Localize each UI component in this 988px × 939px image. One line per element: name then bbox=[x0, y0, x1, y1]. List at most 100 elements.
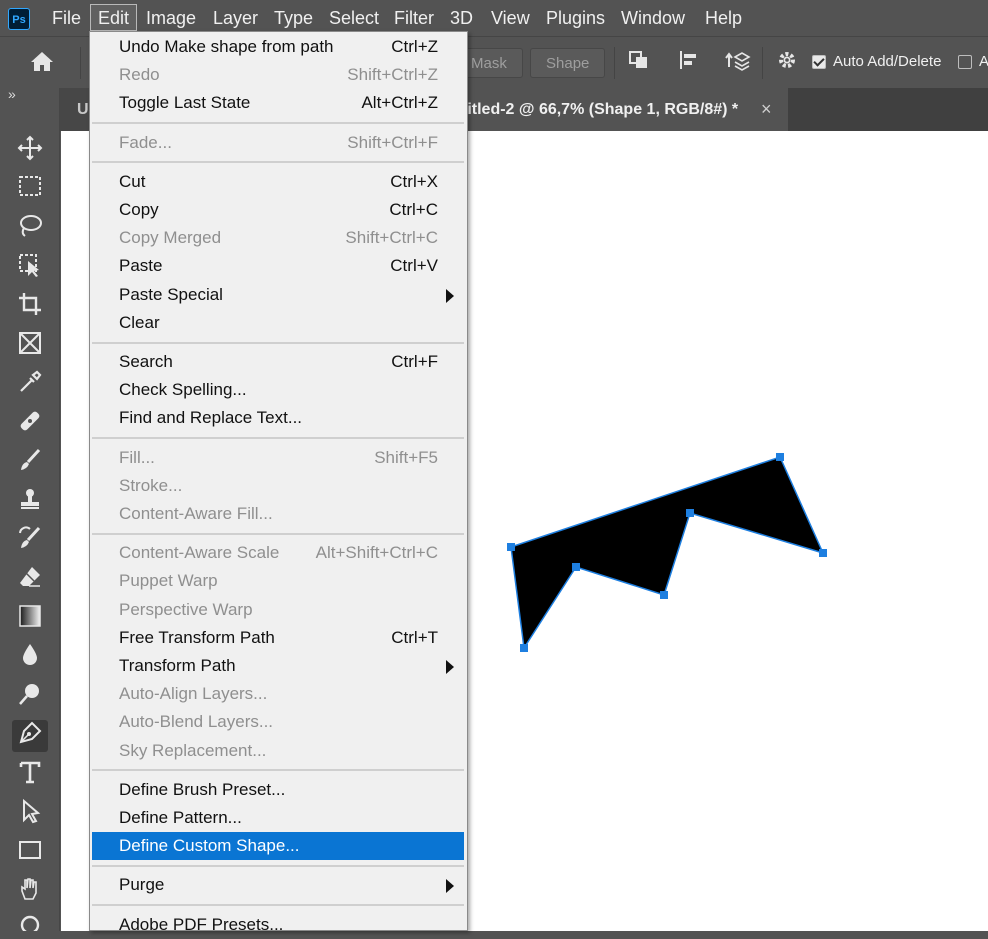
align-edges-checkbox[interactable] bbox=[958, 55, 972, 69]
path-alignment-icon[interactable] bbox=[674, 49, 704, 77]
path-anchor-point bbox=[819, 549, 827, 557]
menu-item-paste-special[interactable]: Paste Special bbox=[92, 281, 464, 309]
options-separator bbox=[80, 47, 81, 79]
marquee-tool-icon[interactable] bbox=[12, 174, 48, 206]
tools-panel: » bbox=[0, 86, 60, 931]
menu-item-fade[interactable]: Fade... Shift+Ctrl+F bbox=[92, 129, 464, 157]
menu-item-search[interactable]: Search Ctrl+F bbox=[92, 348, 464, 376]
menu-item-label: Copy bbox=[119, 200, 159, 219]
menu-item-free-transform-path[interactable]: Free Transform Path Ctrl+T bbox=[92, 624, 464, 652]
menu-item-shortcut: Ctrl+T bbox=[391, 627, 438, 647]
menu-item-copy[interactable]: Copy Ctrl+C bbox=[92, 196, 464, 224]
menu-item-clear[interactable]: Clear bbox=[92, 309, 464, 337]
menu-item-label: Define Custom Shape... bbox=[119, 836, 300, 856]
menu-separator bbox=[92, 864, 464, 867]
hand-tool-icon[interactable] bbox=[12, 876, 48, 908]
submenu-arrow-icon bbox=[446, 288, 454, 303]
menu-item-define-custom-shape[interactable]: Define Custom Shape... bbox=[92, 832, 464, 861]
menu-file[interactable]: File bbox=[45, 0, 88, 36]
menu-item-label: Content-Aware Scale bbox=[119, 543, 280, 563]
menu-item-redo[interactable]: Redo Shift+Ctrl+Z bbox=[92, 61, 464, 89]
menu-separator bbox=[92, 532, 464, 535]
auto-add-delete-checkbox[interactable] bbox=[812, 55, 826, 69]
menu-item-undo-make-shape-from-path[interactable]: Undo Make shape from path Ctrl+Z bbox=[92, 33, 464, 61]
menu-item-label: Transform Path bbox=[119, 656, 236, 675]
menu-view[interactable]: View bbox=[484, 0, 537, 36]
clone-stamp-tool-icon[interactable] bbox=[12, 486, 48, 518]
healing-brush-tool-icon[interactable] bbox=[12, 408, 48, 440]
menu-item-label: Puppet Warp bbox=[119, 571, 218, 591]
menu-item-check-spelling[interactable]: Check Spelling... bbox=[92, 376, 464, 404]
gradient-tool-icon[interactable] bbox=[12, 603, 48, 635]
menu-item-label: Check Spelling... bbox=[119, 380, 247, 400]
menu-item-label: Redo bbox=[119, 65, 160, 85]
crop-tool-icon[interactable] bbox=[12, 291, 48, 323]
path-arrangement-icon[interactable] bbox=[723, 49, 753, 77]
menu-plugins[interactable]: Plugins bbox=[539, 0, 612, 36]
type-tool-icon[interactable] bbox=[12, 759, 48, 791]
history-brush-tool-icon[interactable] bbox=[12, 525, 48, 557]
shape-button[interactable]: Shape bbox=[530, 48, 606, 78]
menu-item-label: Stroke... bbox=[119, 475, 183, 495]
path-anchor-point bbox=[776, 453, 784, 461]
menu-item-shortcut: Ctrl+C bbox=[389, 200, 438, 219]
menu-item-stroke[interactable]: Stroke... bbox=[92, 472, 464, 500]
menu-item-content-aware-scale[interactable]: Content-Aware Scale Alt+Shift+Ctrl+C bbox=[92, 539, 464, 567]
menu-edit[interactable]: Edit bbox=[90, 4, 138, 31]
menu-item-shortcut: Ctrl+V bbox=[390, 256, 438, 276]
pen-tool-icon[interactable] bbox=[12, 720, 48, 752]
menu-item-auto-align-layers[interactable]: Auto-Align Layers... bbox=[92, 680, 464, 708]
options-separator bbox=[762, 47, 763, 79]
object-selection-tool-icon[interactable] bbox=[12, 252, 48, 284]
eraser-tool-icon[interactable] bbox=[12, 564, 48, 596]
menu-window[interactable]: Window bbox=[614, 0, 692, 36]
home-icon[interactable] bbox=[27, 49, 57, 77]
menu-item-content-aware-fill[interactable]: Content-Aware Fill... bbox=[92, 500, 464, 528]
menu-item-cut[interactable]: Cut Ctrl+X bbox=[92, 168, 464, 196]
menu-help[interactable]: Help bbox=[698, 0, 749, 36]
lasso-tool-icon[interactable] bbox=[12, 213, 48, 245]
menu-item-perspective-warp[interactable]: Perspective Warp bbox=[92, 596, 464, 624]
edit-menu-dropdown: Undo Make shape from path Ctrl+Z Redo Shift… bbox=[89, 31, 468, 934]
menu-item-puppet-warp[interactable]: Puppet Warp bbox=[92, 567, 464, 595]
options-separator bbox=[614, 47, 615, 79]
menu-item-purge[interactable]: Purge bbox=[92, 871, 464, 899]
menu-item-paste[interactable]: Paste Ctrl+V bbox=[92, 252, 464, 280]
menu-item-copy-merged[interactable]: Copy Merged Shift+Ctrl+C bbox=[92, 224, 464, 252]
menu-item-shortcut: Ctrl+Z bbox=[391, 37, 438, 56]
frame-tool-icon[interactable] bbox=[12, 330, 48, 362]
menu-item-label: Cut bbox=[119, 171, 146, 191]
path-anchor-point bbox=[660, 591, 668, 599]
path-selection-tool-icon[interactable] bbox=[12, 798, 48, 830]
menu-item-shortcut: Shift+F5 bbox=[374, 447, 438, 467]
menu-item-adobe-pdf-presets[interactable]: Adobe PDF Presets... bbox=[92, 911, 464, 939]
menu-item-find-and-replace-text[interactable]: Find and Replace Text... bbox=[92, 404, 464, 432]
rectangle-tool-icon[interactable] bbox=[12, 837, 48, 869]
align-edges-label: A bbox=[979, 53, 988, 70]
move-tool-icon[interactable] bbox=[12, 135, 48, 167]
photoshop-logo: Ps bbox=[8, 8, 30, 30]
close-tab-icon[interactable]: × bbox=[761, 88, 772, 131]
menu-item-define-brush-preset[interactable]: Define Brush Preset... bbox=[92, 776, 464, 804]
menu-item-shortcut: Alt+Ctrl+Z bbox=[361, 93, 438, 113]
menu-item-transform-path[interactable]: Transform Path bbox=[92, 652, 464, 680]
document-tab-active[interactable]: titled-2 @ 66,7% (Shape 1, RGB/8#) * × bbox=[458, 88, 788, 131]
menu-item-toggle-last-state[interactable]: Toggle Last State Alt+Ctrl+Z bbox=[92, 89, 464, 117]
gear-icon[interactable] bbox=[772, 49, 802, 77]
menu-item-fill[interactable]: Fill... Shift+F5 bbox=[92, 444, 464, 472]
path-anchor-point bbox=[572, 563, 580, 571]
collapse-panel-icon[interactable]: » bbox=[8, 86, 16, 102]
path-operations-icon[interactable] bbox=[624, 49, 654, 77]
menu-item-shortcut: Ctrl+F bbox=[391, 352, 438, 371]
tab-label: U bbox=[77, 101, 89, 118]
dodge-tool-icon[interactable] bbox=[12, 681, 48, 713]
eyedropper-tool-icon[interactable] bbox=[12, 369, 48, 401]
menu-item-define-pattern[interactable]: Define Pattern... bbox=[92, 804, 464, 832]
menu-separator bbox=[92, 904, 464, 907]
menu-item-sky-replacement[interactable]: Sky Replacement... bbox=[92, 737, 464, 765]
menu-item-label: Search bbox=[119, 352, 173, 371]
menu-item-auto-blend-layers[interactable]: Auto-Blend Layers... bbox=[92, 708, 464, 736]
zoom-tool-icon[interactable] bbox=[12, 912, 48, 931]
blur-tool-icon[interactable] bbox=[12, 642, 48, 674]
brush-tool-icon[interactable] bbox=[12, 447, 48, 479]
